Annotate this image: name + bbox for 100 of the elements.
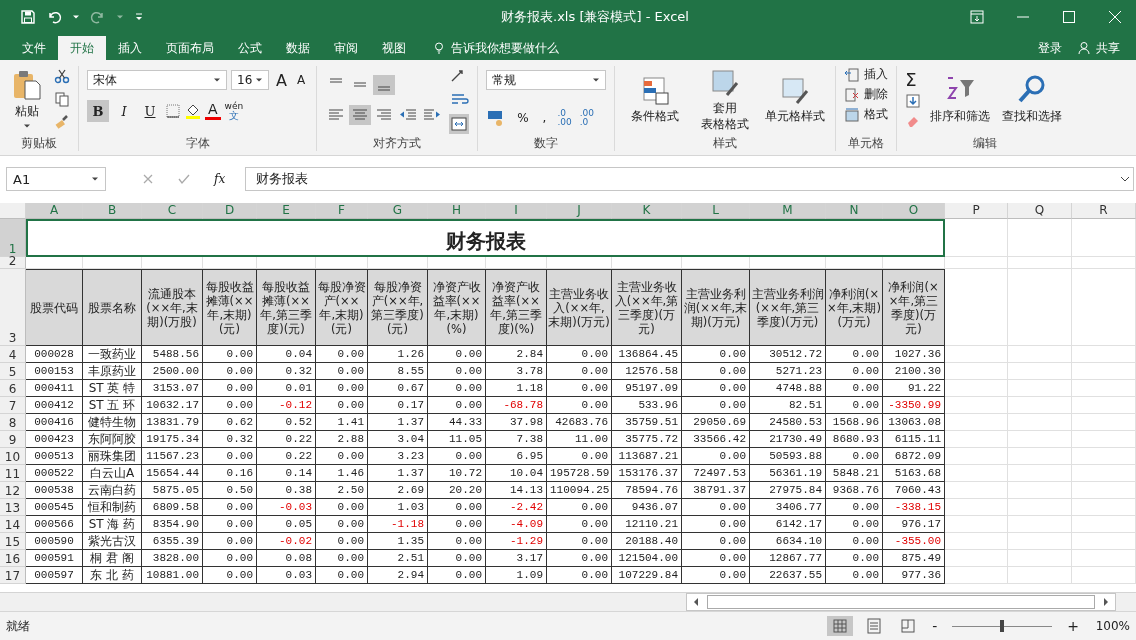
row-header[interactable]: 10 bbox=[0, 448, 26, 465]
dropdown-arrow-icon[interactable] bbox=[116, 13, 124, 21]
dropdown-arrow-icon[interactable] bbox=[72, 13, 80, 21]
number-format-field[interactable]: 常规 bbox=[486, 70, 607, 90]
column-header[interactable]: A bbox=[26, 203, 83, 219]
style-button[interactable]: 套用 表格格式 bbox=[693, 65, 758, 133]
percent-button[interactable]: % bbox=[514, 111, 532, 125]
save-icon[interactable] bbox=[20, 9, 36, 25]
row-header[interactable]: 17 bbox=[0, 567, 26, 584]
cut-icon[interactable] bbox=[54, 68, 70, 84]
shrink-font-button[interactable]: A bbox=[293, 73, 309, 87]
align-bottom-icon[interactable] bbox=[373, 75, 396, 95]
column-header[interactable]: P bbox=[945, 203, 1008, 219]
row-header[interactable]: 6 bbox=[0, 380, 26, 397]
ribbon-tab[interactable]: 开始 bbox=[58, 36, 106, 60]
row-header[interactable]: 13 bbox=[0, 499, 26, 516]
zoom-level[interactable]: 100% bbox=[1090, 619, 1130, 633]
ribbon-display-options-icon[interactable] bbox=[970, 10, 984, 24]
row-header[interactable]: 3 bbox=[0, 269, 26, 346]
decrease-decimal-button[interactable]: .00 .0 bbox=[579, 109, 595, 127]
format-painter-icon[interactable] bbox=[54, 114, 70, 130]
borders-icon[interactable] bbox=[165, 103, 181, 119]
column-header[interactable]: L bbox=[682, 203, 750, 219]
italic-button[interactable]: I bbox=[113, 100, 135, 122]
row-header[interactable]: 9 bbox=[0, 431, 26, 448]
style-button[interactable]: 单元格样式 bbox=[763, 73, 828, 125]
column-header[interactable]: Q bbox=[1008, 203, 1072, 219]
editing-button[interactable]: 排序和筛选 bbox=[927, 71, 994, 127]
editing-button[interactable]: 查找和选择 bbox=[999, 71, 1066, 127]
share-button[interactable]: 共享 bbox=[1074, 37, 1124, 59]
font-name-field[interactable]: 宋体 bbox=[87, 70, 227, 90]
font-color-button[interactable]: A bbox=[205, 102, 221, 120]
row-header[interactable]: 12 bbox=[0, 482, 26, 499]
tell-me-field[interactable]: 告诉我你想要做什么 bbox=[432, 36, 559, 60]
grow-font-button[interactable]: A bbox=[273, 70, 290, 90]
column-header[interactable]: F bbox=[316, 203, 368, 219]
column-header[interactable]: D bbox=[203, 203, 257, 219]
ribbon-tab[interactable]: 审阅 bbox=[322, 36, 370, 60]
row-header[interactable]: 7 bbox=[0, 397, 26, 414]
phonetic-guide-button[interactable]: wén 文 bbox=[224, 101, 244, 121]
fill-color-icon[interactable] bbox=[185, 103, 201, 119]
bold-button[interactable]: B bbox=[87, 100, 109, 122]
zoom-in-button[interactable]: + bbox=[1064, 618, 1082, 634]
cells-menu-button[interactable]: 插入 bbox=[844, 66, 889, 83]
column-header[interactable]: C bbox=[142, 203, 203, 219]
cells-menu-button[interactable]: 删除 bbox=[844, 86, 889, 103]
insert-function-button[interactable]: fx bbox=[214, 172, 226, 186]
cells-menu-button[interactable]: 格式 bbox=[844, 106, 889, 123]
ribbon-tab[interactable]: 视图 bbox=[370, 36, 418, 60]
row-header[interactable]: 5 bbox=[0, 363, 26, 380]
align-center-icon[interactable] bbox=[349, 105, 372, 125]
column-header[interactable]: K bbox=[612, 203, 682, 219]
scrollbar-thumb[interactable] bbox=[707, 595, 1095, 609]
horizontal-scrollbar[interactable] bbox=[686, 593, 1116, 611]
undo-icon[interactable] bbox=[46, 9, 62, 25]
row-header[interactable]: 11 bbox=[0, 465, 26, 482]
row-header[interactable]: 1 bbox=[0, 219, 26, 257]
style-button[interactable]: 条件格式 bbox=[623, 73, 688, 125]
column-header[interactable]: E bbox=[257, 203, 316, 219]
column-header[interactable]: R bbox=[1072, 203, 1136, 219]
merge-center-icon[interactable] bbox=[449, 114, 470, 134]
zoom-out-button[interactable]: - bbox=[929, 618, 941, 634]
row-header[interactable]: 16 bbox=[0, 550, 26, 567]
formula-input[interactable]: 财务报表 bbox=[245, 167, 1134, 191]
row-header[interactable]: 15 bbox=[0, 533, 26, 550]
redo-icon[interactable] bbox=[90, 9, 106, 25]
column-header[interactable]: I bbox=[486, 203, 547, 219]
ribbon-tab[interactable]: 文件 bbox=[10, 36, 58, 60]
ribbon-tab[interactable]: 公式 bbox=[226, 36, 274, 60]
font-size-field[interactable]: 16 bbox=[231, 70, 269, 90]
scroll-right-icon[interactable] bbox=[1101, 597, 1111, 607]
maximize-icon[interactable] bbox=[1062, 10, 1076, 24]
fill-down-icon[interactable] bbox=[905, 93, 922, 109]
row-header[interactable]: 4 bbox=[0, 346, 26, 363]
normal-view-icon[interactable] bbox=[827, 616, 854, 636]
row-header[interactable]: 8 bbox=[0, 414, 26, 431]
expand-formula-bar-icon[interactable] bbox=[1120, 174, 1130, 184]
ribbon-tab[interactable]: 页面布局 bbox=[154, 36, 226, 60]
name-box[interactable]: A1 bbox=[6, 167, 106, 191]
paste-button[interactable]: 粘贴 bbox=[8, 66, 46, 132]
row-header[interactable]: 14 bbox=[0, 516, 26, 533]
column-header[interactable]: O bbox=[883, 203, 945, 219]
customize-toolbar-icon[interactable] bbox=[134, 12, 144, 22]
column-header[interactable]: N bbox=[826, 203, 883, 219]
comma-style-button[interactable]: , bbox=[539, 111, 550, 125]
cancel-icon[interactable] bbox=[142, 173, 154, 185]
row-header[interactable]: 2 bbox=[0, 257, 26, 269]
column-header[interactable]: G bbox=[368, 203, 428, 219]
sign-in-link[interactable]: 登录 bbox=[1038, 39, 1062, 57]
ribbon-tab[interactable]: 插入 bbox=[106, 36, 154, 60]
column-header[interactable]: H bbox=[428, 203, 486, 219]
close-icon[interactable] bbox=[1108, 10, 1122, 24]
enter-check-icon[interactable] bbox=[178, 173, 190, 185]
autosum-button[interactable]: Σ bbox=[905, 71, 917, 89]
column-header[interactable]: J bbox=[547, 203, 612, 219]
increase-decimal-button[interactable]: .0 .00 bbox=[557, 109, 572, 127]
ribbon-tab[interactable]: 数据 bbox=[274, 36, 322, 60]
underline-button[interactable]: U bbox=[139, 100, 161, 122]
column-header[interactable]: B bbox=[83, 203, 142, 219]
copy-icon[interactable] bbox=[54, 91, 70, 107]
